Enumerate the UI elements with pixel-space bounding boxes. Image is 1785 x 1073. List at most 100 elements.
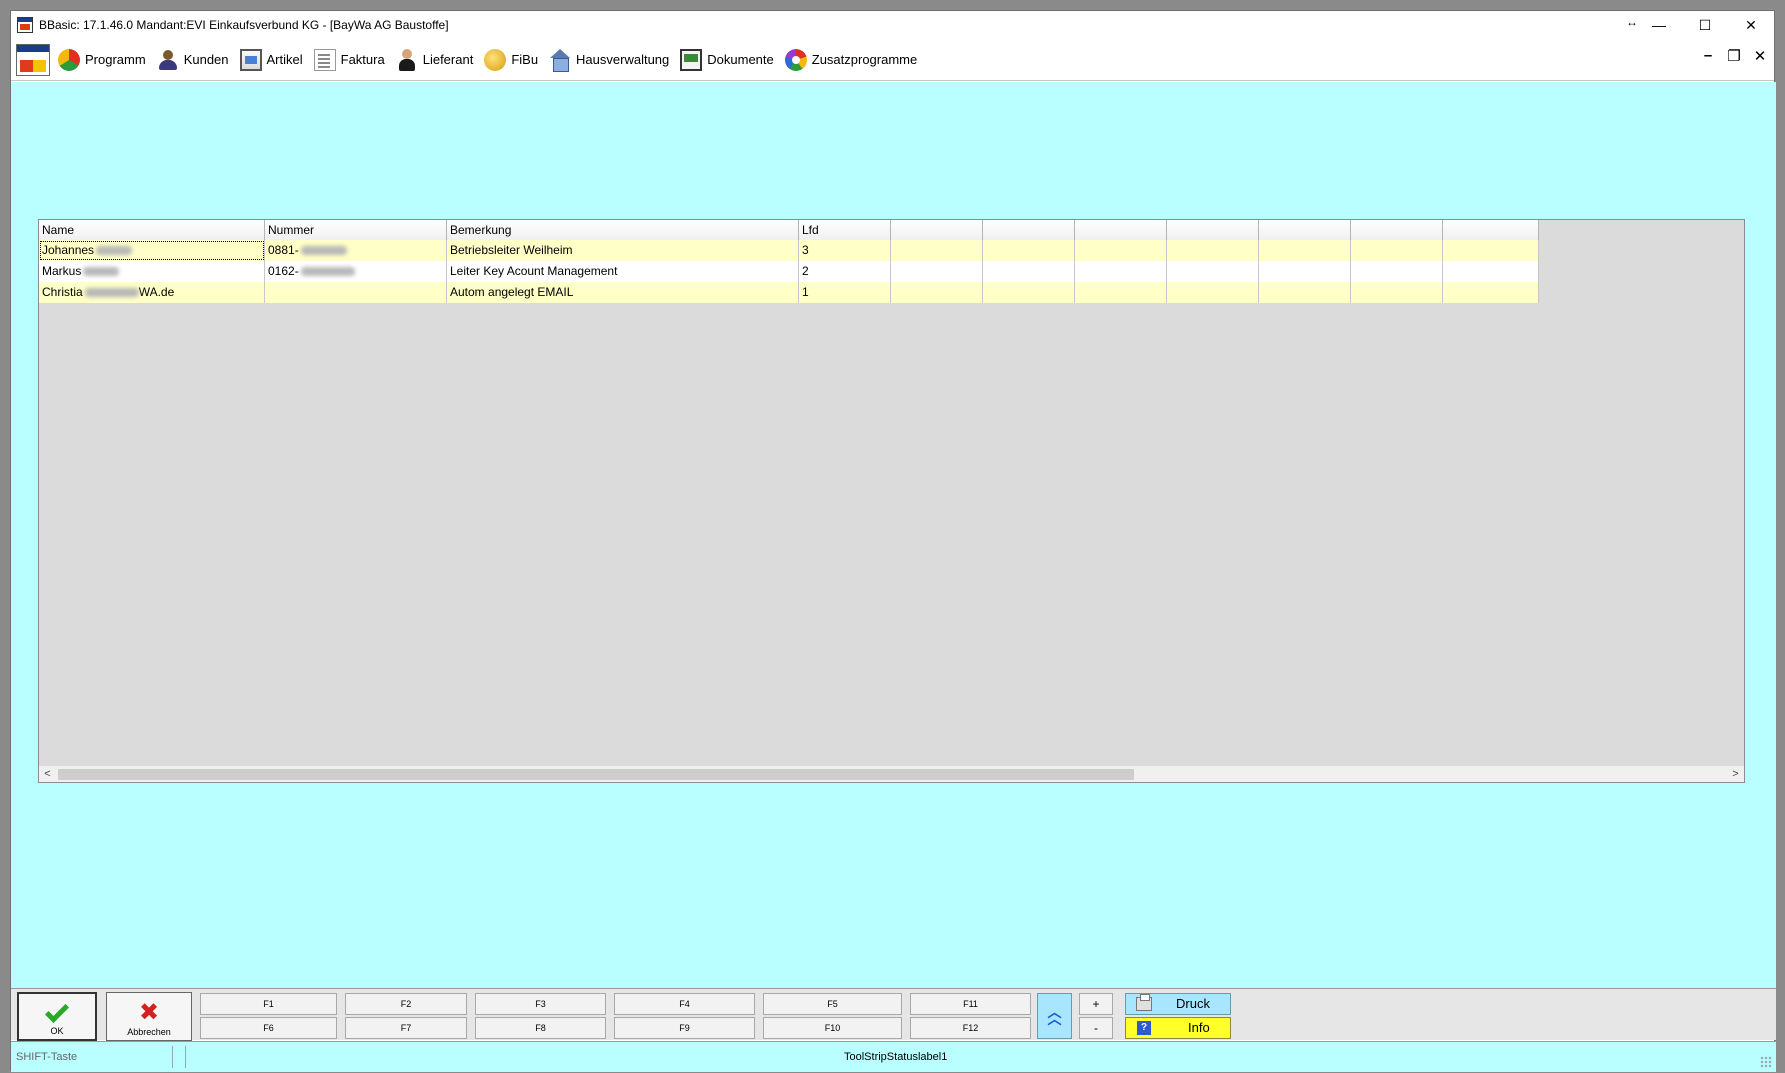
mdi-restore-button[interactable]: ❐ <box>1726 47 1742 65</box>
cell-empty[interactable] <box>1443 261 1539 282</box>
cell-empty[interactable] <box>983 282 1075 303</box>
cell-empty[interactable] <box>1259 282 1351 303</box>
menu-zusatzprogramme[interactable]: Zusatzprogramme <box>781 44 924 76</box>
cell-bemerkung[interactable]: Betriebsleiter Weilheim <box>447 240 799 261</box>
druck-button[interactable]: Druck <box>1125 993 1231 1015</box>
menu-fibu-label: FiBu <box>511 52 539 67</box>
cell-empty[interactable] <box>1259 240 1351 261</box>
f12-button[interactable]: F12 <box>910 1017 1031 1039</box>
header-empty[interactable] <box>1351 220 1443 240</box>
f3-button[interactable]: F3 <box>475 993 606 1015</box>
bbasic-logo-icon[interactable] <box>16 43 50 76</box>
cell-name-text: Markus <box>42 264 82 278</box>
f6-button[interactable]: F6 <box>200 1017 337 1039</box>
horizontal-scrollbar[interactable]: < > <box>39 765 1744 782</box>
header-empty[interactable] <box>1075 220 1167 240</box>
cell-empty[interactable] <box>1075 282 1167 303</box>
header-empty[interactable] <box>1443 220 1539 240</box>
cell-empty[interactable] <box>891 261 983 282</box>
contacts-grid[interactable]: Name Nummer Bemerkung Lfd Johannes 0881-… <box>38 219 1745 783</box>
cell-empty[interactable] <box>983 240 1075 261</box>
f9-button[interactable]: F9 <box>614 1017 755 1039</box>
cell-nummer[interactable]: 0881- <box>265 240 447 261</box>
scroll-thumb[interactable] <box>58 769 1134 780</box>
cell-nummer[interactable]: 0162- <box>265 261 447 282</box>
cell-empty[interactable] <box>1351 240 1443 261</box>
cell-empty[interactable] <box>1075 240 1167 261</box>
cell-name[interactable]: Johannes <box>39 240 265 261</box>
header-empty[interactable] <box>1259 220 1351 240</box>
abbrechen-button[interactable]: ✖ Abbrechen <box>106 992 192 1041</box>
resize-grip-icon[interactable] <box>1760 1056 1772 1068</box>
cell-lfd[interactable]: 1 <box>799 282 891 303</box>
f7-button[interactable]: F7 <box>345 1017 467 1039</box>
menu-programm[interactable]: Programm <box>54 44 153 76</box>
menu-programm-label: Programm <box>85 52 146 67</box>
f4-button[interactable]: F4 <box>614 993 755 1015</box>
scroll-right-button[interactable]: > <box>1727 766 1744 782</box>
menu-artikel[interactable]: Artikel <box>236 44 310 76</box>
cell-empty[interactable] <box>1351 282 1443 303</box>
cell-name[interactable]: Markus <box>39 261 265 282</box>
menu-fibu[interactable]: FiBu <box>480 44 545 76</box>
cell-bemerkung[interactable]: Autom angelegt EMAIL <box>447 282 799 303</box>
menu-faktura[interactable]: Faktura <box>310 44 392 76</box>
cell-empty[interactable] <box>891 240 983 261</box>
cell-nummer[interactable] <box>265 282 447 303</box>
programm-icon <box>58 48 80 71</box>
f10-button[interactable]: F10 <box>763 1017 902 1039</box>
menu-dokumente[interactable]: Dokumente <box>676 44 780 76</box>
cell-empty[interactable] <box>1443 282 1539 303</box>
cell-lfd[interactable]: 2 <box>799 261 891 282</box>
artikel-icon <box>239 48 262 71</box>
ok-button[interactable]: OK <box>17 992 97 1041</box>
cell-empty[interactable] <box>1075 261 1167 282</box>
cell-empty[interactable] <box>1167 282 1259 303</box>
cell-empty[interactable] <box>1443 240 1539 261</box>
cell-name[interactable]: Christia WA.de <box>39 282 265 303</box>
cell-empty[interactable] <box>1351 261 1443 282</box>
header-nummer[interactable]: Nummer <box>265 220 447 240</box>
menu-zusatzprogramme-label: Zusatzprogramme <box>811 52 918 67</box>
close-button[interactable]: ✕ <box>1728 11 1774 39</box>
cell-empty[interactable] <box>983 261 1075 282</box>
table-row[interactable]: Christia WA.de Autom angelegt EMAIL 1 <box>39 282 1539 303</box>
header-lfd[interactable]: Lfd <box>799 220 891 240</box>
menu-hausverwaltung[interactable]: Hausverwaltung <box>545 44 676 76</box>
scroll-left-button[interactable]: < <box>39 766 56 782</box>
menu-lieferant[interactable]: Lieferant <box>392 44 481 76</box>
table-row[interactable]: Johannes 0881- Betriebsleiter Weilheim 3 <box>39 240 1539 261</box>
menu-artikel-label: Artikel <box>266 52 303 67</box>
f1-button[interactable]: F1 <box>200 993 337 1015</box>
redacted-text <box>96 246 133 256</box>
scroll-up-button[interactable]: ︿ ︿ <box>1037 993 1072 1039</box>
maximize-button[interactable]: ☐ <box>1682 11 1728 39</box>
mdi-close-button[interactable]: ✕ <box>1752 47 1768 65</box>
f8-button[interactable]: F8 <box>475 1017 606 1039</box>
info-button[interactable]: ? Info <box>1125 1017 1231 1039</box>
f2-button[interactable]: F2 <box>345 993 467 1015</box>
header-bemerkung[interactable]: Bemerkung <box>447 220 799 240</box>
header-empty[interactable] <box>983 220 1075 240</box>
cell-empty[interactable] <box>1259 261 1351 282</box>
cell-empty[interactable] <box>891 282 983 303</box>
cell-bemerkung[interactable]: Leiter Key Acount Management <box>447 261 799 282</box>
cell-lfd[interactable]: 3 <box>799 240 891 261</box>
plus-button[interactable]: + <box>1079 993 1113 1015</box>
f5-button[interactable]: F5 <box>763 993 902 1015</box>
client-area: Name Nummer Bemerkung Lfd Johannes 0881-… <box>11 82 1776 997</box>
table-row[interactable]: Markus 0162- Leiter Key Acount Managemen… <box>39 261 1539 282</box>
redacted-text <box>300 267 355 277</box>
cell-empty[interactable] <box>1167 240 1259 261</box>
menu-hausverwaltung-label: Hausverwaltung <box>576 52 670 67</box>
header-empty[interactable] <box>1167 220 1259 240</box>
header-empty[interactable] <box>891 220 983 240</box>
mdi-minimize-button[interactable]: – <box>1700 47 1716 65</box>
minimize-button[interactable]: — <box>1636 11 1682 39</box>
header-name[interactable]: Name <box>39 220 265 240</box>
minus-button[interactable]: - <box>1079 1017 1113 1039</box>
cell-empty[interactable] <box>1167 261 1259 282</box>
menu-kunden[interactable]: Kunden <box>153 44 236 76</box>
cell-name-text: Johannes <box>42 243 95 257</box>
f11-button[interactable]: F11 <box>910 993 1031 1015</box>
